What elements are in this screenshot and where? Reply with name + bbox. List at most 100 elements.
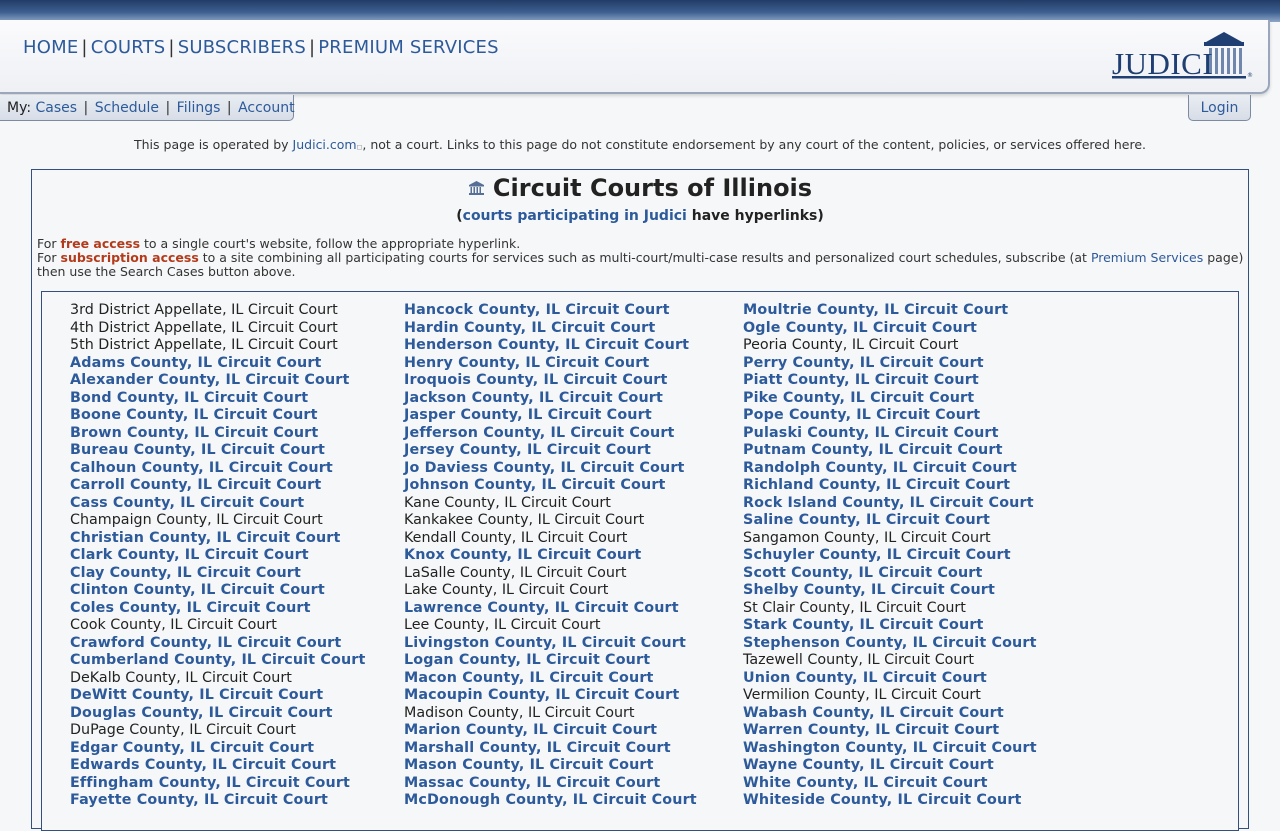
nav-separator: | xyxy=(168,37,175,58)
court-link[interactable]: Mason County, IL Circuit Court xyxy=(404,757,697,775)
nav-home-link[interactable]: HOME xyxy=(23,37,78,58)
court-link[interactable]: McDonough County, IL Circuit Court xyxy=(404,792,697,810)
court-link[interactable]: Cass County, IL Circuit Court xyxy=(70,495,365,513)
court-link[interactable]: Hardin County, IL Circuit Court xyxy=(404,320,697,338)
court-link[interactable]: Johnson County, IL Circuit Court xyxy=(404,477,697,495)
my-filings-link[interactable]: Filings xyxy=(177,100,221,116)
court-link[interactable]: Pope County, IL Circuit Court xyxy=(743,407,1037,425)
court-link[interactable]: Brown County, IL Circuit Court xyxy=(70,425,365,443)
court-link[interactable]: Douglas County, IL Circuit Court xyxy=(70,705,365,723)
court-list-column-3: Moultrie County, IL Circuit Court Ogle Co… xyxy=(743,302,1037,810)
court-link[interactable]: Bureau County, IL Circuit Court xyxy=(70,442,365,460)
court-link[interactable]: Ogle County, IL Circuit Court xyxy=(743,320,1037,338)
court-link[interactable]: Shelby County, IL Circuit Court xyxy=(743,582,1037,600)
court-link[interactable]: Jersey County, IL Circuit Court xyxy=(404,442,697,460)
judici-logo[interactable]: JUDICI ® xyxy=(1108,30,1268,84)
court-link[interactable]: Henderson County, IL Circuit Court xyxy=(404,337,697,355)
court-list-column-1: 3rd District Appellate, IL Circuit Court… xyxy=(70,302,365,810)
court-name: Cook County, IL Circuit Court xyxy=(70,617,277,633)
participating-courts-link[interactable]: courts participating in Judici xyxy=(463,208,687,224)
court-link[interactable]: Whiteside County, IL Circuit Court xyxy=(743,792,1037,810)
court-link[interactable]: Clinton County, IL Circuit Court xyxy=(70,582,365,600)
court-link[interactable]: Adams County, IL Circuit Court xyxy=(70,355,365,373)
my-schedule-link[interactable]: Schedule xyxy=(95,100,159,116)
my-account-bar: My: Cases | Schedule | Filings | Account xyxy=(0,95,295,121)
court-link[interactable]: Piatt County, IL Circuit Court xyxy=(743,372,1037,390)
premium-services-link[interactable]: Premium Services xyxy=(1091,250,1203,265)
court-link[interactable]: DeWitt County, IL Circuit Court xyxy=(70,687,365,705)
court-link[interactable]: Livingston County, IL Circuit Court xyxy=(404,635,697,653)
subtitle-rest: have hyperlinks) xyxy=(686,208,824,224)
court-link[interactable]: Alexander County, IL Circuit Court xyxy=(70,372,365,390)
court-link[interactable]: Coles County, IL Circuit Court xyxy=(70,600,365,618)
court-link[interactable]: Jefferson County, IL Circuit Court xyxy=(404,425,697,443)
court-link[interactable]: Putnam County, IL Circuit Court xyxy=(743,442,1037,460)
court-link[interactable]: Edwards County, IL Circuit Court xyxy=(70,757,365,775)
court-link[interactable]: Union County, IL Circuit Court xyxy=(743,670,1037,688)
court-link[interactable]: Rock Island County, IL Circuit Court xyxy=(743,495,1037,513)
court-link[interactable]: Henry County, IL Circuit Court xyxy=(404,355,697,373)
court-link[interactable]: Warren County, IL Circuit Court xyxy=(743,722,1037,740)
court-link[interactable]: Edgar County, IL Circuit Court xyxy=(70,740,365,758)
court-link[interactable]: Wabash County, IL Circuit Court xyxy=(743,705,1037,723)
court-link[interactable]: Scott County, IL Circuit Court xyxy=(743,565,1037,583)
court-link[interactable]: Carroll County, IL Circuit Court xyxy=(70,477,365,495)
court-link[interactable]: Marshall County, IL Circuit Court xyxy=(404,740,697,758)
my-account-link[interactable]: Account xyxy=(238,100,295,116)
court-link[interactable]: Cumberland County, IL Circuit Court xyxy=(70,652,365,670)
court-link[interactable]: Christian County, IL Circuit Court xyxy=(70,530,365,548)
courthouse-icon xyxy=(468,173,485,195)
login-button[interactable]: Login xyxy=(1188,95,1251,121)
nav-premium-services-link[interactable]: PREMIUM SERVICES xyxy=(318,37,499,58)
court-link[interactable]: Pulaski County, IL Circuit Court xyxy=(743,425,1037,443)
court-link[interactable]: Lawrence County, IL Circuit Court xyxy=(404,600,697,618)
court-link[interactable]: Randolph County, IL Circuit Court xyxy=(743,460,1037,478)
court-link[interactable]: Iroquois County, IL Circuit Court xyxy=(404,372,697,390)
court-link[interactable]: Crawford County, IL Circuit Court xyxy=(70,635,365,653)
nav-courts-link[interactable]: COURTS xyxy=(91,37,166,58)
intro-text-a: For xyxy=(37,250,61,265)
nav-separator: | xyxy=(308,37,316,58)
court-link[interactable]: Calhoun County, IL Circuit Court xyxy=(70,460,365,478)
court-name: LaSalle County, IL Circuit Court xyxy=(404,564,627,581)
court-link[interactable]: Jasper County, IL Circuit Court xyxy=(404,407,697,425)
judici-external-link[interactable]: Judici.com xyxy=(293,137,357,152)
court-link[interactable]: Wayne County, IL Circuit Court xyxy=(743,757,1037,775)
court-link[interactable]: White County, IL Circuit Court xyxy=(743,775,1037,793)
court-link[interactable]: Fayette County, IL Circuit Court xyxy=(70,792,365,810)
court-name: Sangamon County, IL Circuit Court xyxy=(743,529,991,546)
court-link[interactable]: Perry County, IL Circuit Court xyxy=(743,355,1037,373)
court-link[interactable]: Clark County, IL Circuit Court xyxy=(70,547,365,565)
court-link[interactable]: Macoupin County, IL Circuit Court xyxy=(404,687,697,705)
court-name: Kankakee County, IL Circuit Court xyxy=(404,512,645,528)
court-link[interactable]: Marion County, IL Circuit Court xyxy=(404,722,697,740)
court-link[interactable]: Schuyler County, IL Circuit Court xyxy=(743,547,1037,565)
court-link[interactable]: Saline County, IL Circuit Court xyxy=(743,512,1037,530)
court-link[interactable]: Jo Daviess County, IL Circuit Court xyxy=(404,460,697,478)
notice-text-after: , not a court. Links to this page do not… xyxy=(362,137,1146,152)
court-link[interactable]: Stark County, IL Circuit Court xyxy=(743,617,1037,635)
court-link[interactable]: Boone County, IL Circuit Court xyxy=(70,407,365,425)
nav-subscribers-link[interactable]: SUBSCRIBERS xyxy=(178,37,306,58)
court-link[interactable]: Macon County, IL Circuit Court xyxy=(404,670,697,688)
court-link[interactable]: Hancock County, IL Circuit Court xyxy=(404,302,697,320)
court-link[interactable]: Moultrie County, IL Circuit Court xyxy=(743,302,1037,320)
court-link[interactable]: Jackson County, IL Circuit Court xyxy=(404,390,697,408)
my-separator: | xyxy=(161,100,175,116)
svg-text:®: ® xyxy=(1247,72,1253,79)
court-link[interactable]: Richland County, IL Circuit Court xyxy=(743,477,1037,495)
court-link[interactable]: Clay County, IL Circuit Court xyxy=(70,565,365,583)
court-link[interactable]: Stephenson County, IL Circuit Court xyxy=(743,635,1037,653)
court-link[interactable]: Knox County, IL Circuit Court xyxy=(404,547,697,565)
courts-panel: Circuit Courts of Illinois (courts parti… xyxy=(31,169,1249,831)
my-cases-link[interactable]: Cases xyxy=(36,100,78,116)
court-link[interactable]: Logan County, IL Circuit Court xyxy=(404,652,697,670)
court-link[interactable]: Effingham County, IL Circuit Court xyxy=(70,775,365,793)
page-title: Circuit Courts of Illinois xyxy=(32,173,1248,202)
court-link[interactable]: Pike County, IL Circuit Court xyxy=(743,390,1037,408)
intro-text-b: to a single court's website, follow the … xyxy=(140,236,521,251)
court-link[interactable]: Massac County, IL Circuit Court xyxy=(404,775,697,793)
court-link[interactable]: Washington County, IL Circuit Court xyxy=(743,740,1037,758)
court-link[interactable]: Bond County, IL Circuit Court xyxy=(70,390,365,408)
top-band xyxy=(0,0,1280,22)
